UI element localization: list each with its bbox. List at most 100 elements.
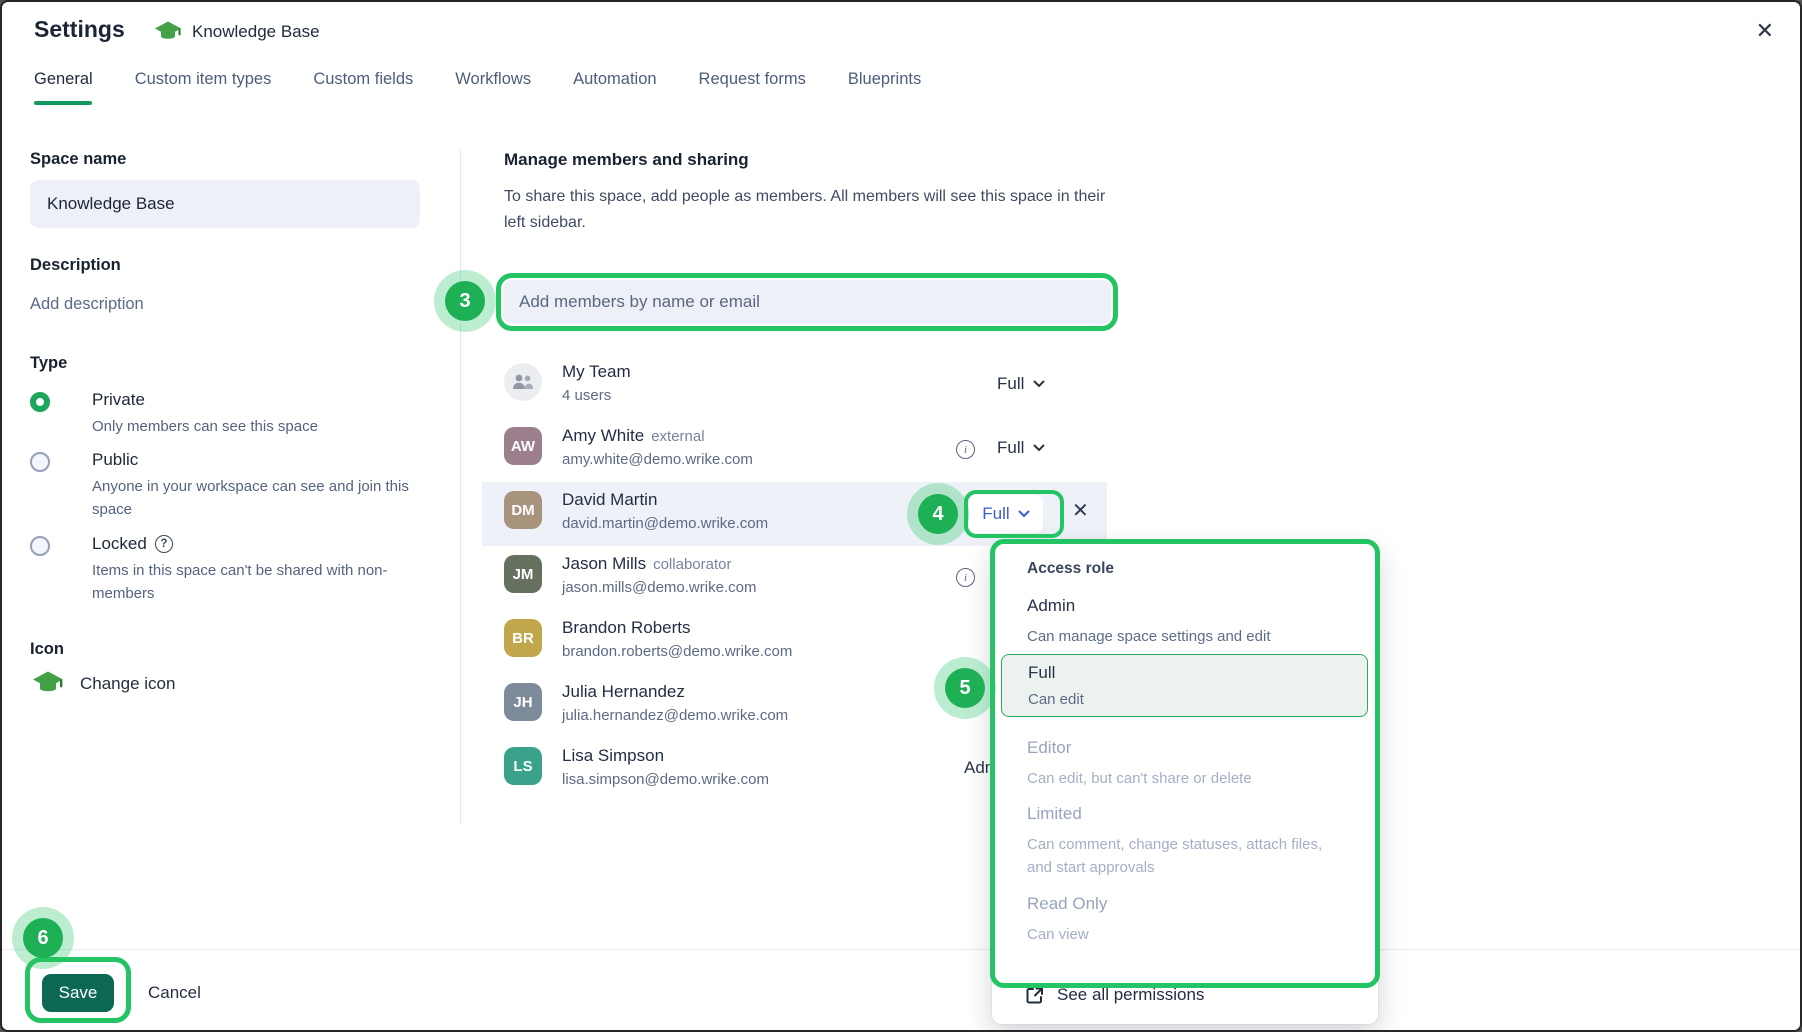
avatar: JM xyxy=(504,555,542,593)
tab-custom-fields[interactable]: Custom fields xyxy=(313,70,413,89)
member-tag: external xyxy=(651,428,704,445)
member-row-my-team[interactable]: My Team 4 users Full xyxy=(482,354,1107,418)
annotation-step-6: 6 xyxy=(23,918,63,958)
dropdown-header: Access role xyxy=(1027,560,1114,578)
radio-private-control[interactable] xyxy=(30,392,50,412)
member-name: Amy White external xyxy=(562,426,705,446)
tab-blueprints[interactable]: Blueprints xyxy=(848,70,921,89)
tab-custom-item-types[interactable]: Custom item types xyxy=(135,70,272,89)
radio-public-label: Public xyxy=(92,450,138,470)
option-full: Full xyxy=(1028,663,1055,683)
member-email: amy.white@demo.wrike.com xyxy=(562,451,753,468)
add-description-link[interactable]: Add description xyxy=(30,295,144,314)
radio-public[interactable]: Public Anyone in your workspace can see … xyxy=(30,452,50,477)
info-icon[interactable]: i xyxy=(956,440,975,459)
type-label: Type xyxy=(30,354,67,373)
info-icon[interactable]: i xyxy=(956,568,975,587)
close-icon[interactable]: ✕ xyxy=(1756,20,1774,42)
panel-divider xyxy=(460,150,461,824)
avatar: LS xyxy=(504,747,542,785)
graduation-cap-icon xyxy=(32,670,64,697)
radio-locked-text: Locked xyxy=(92,534,147,554)
avatar: DM xyxy=(504,491,542,529)
option-editor: Editor xyxy=(1027,738,1071,758)
role-value: Full xyxy=(997,438,1024,458)
option-full-selected[interactable]: Full Can edit xyxy=(1001,654,1368,717)
members-panel-subtitle: To share this space, add people as membe… xyxy=(504,184,1116,236)
tab-workflows[interactable]: Workflows xyxy=(455,70,531,89)
radio-private[interactable]: Private Only members can see this space xyxy=(30,392,50,417)
annotation-halo-3 xyxy=(434,270,496,332)
tab-general[interactable]: General xyxy=(34,70,93,89)
members-panel-title: Manage members and sharing xyxy=(504,150,749,170)
space-name-header: Knowledge Base xyxy=(192,22,320,42)
member-email: david.martin@demo.wrike.com xyxy=(562,515,768,532)
radio-private-label: Private xyxy=(92,390,145,410)
active-tab-underline xyxy=(34,101,92,105)
member-subtext: 4 users xyxy=(562,387,611,404)
member-name: Jason Mills collaborator xyxy=(562,554,731,574)
team-avatar xyxy=(504,363,542,401)
footer-divider xyxy=(2,949,1800,950)
save-button[interactable]: Save xyxy=(42,974,114,1012)
radio-public-control[interactable] xyxy=(30,452,50,472)
chevron-down-icon xyxy=(1033,380,1045,388)
page-title: Settings xyxy=(34,16,125,43)
member-name: Julia Hernandez xyxy=(562,682,685,702)
role-dropdown-david-martin[interactable]: Full xyxy=(969,495,1043,533)
member-row-david-martin[interactable]: DM David Martin david.martin@demo.wrike.… xyxy=(482,482,1107,546)
avatar: JH xyxy=(504,683,542,721)
remove-member-icon[interactable]: ✕ xyxy=(1072,501,1089,521)
member-name: Brandon Roberts xyxy=(562,618,691,638)
role-dropdown-my-team[interactable]: Full xyxy=(997,374,1045,394)
option-limited: Limited xyxy=(1027,804,1082,824)
option-limited-desc: Can comment, change statuses, attach fil… xyxy=(1027,833,1339,879)
option-admin[interactable]: Admin xyxy=(1027,596,1075,616)
chevron-down-icon xyxy=(1033,444,1045,452)
member-tag: collaborator xyxy=(653,556,731,573)
radio-locked-label: Locked ? xyxy=(92,534,173,554)
change-icon-label: Change icon xyxy=(80,674,175,694)
change-icon-button[interactable]: Change icon xyxy=(32,670,175,697)
radio-private-desc: Only members can see this space xyxy=(92,415,432,438)
member-name-text: Jason Mills xyxy=(562,554,646,573)
cancel-button[interactable]: Cancel xyxy=(148,983,201,1003)
see-all-permissions-link[interactable]: See all permissions xyxy=(1025,985,1204,1005)
annotation-halo-6 xyxy=(12,907,74,969)
member-name-text: Amy White xyxy=(562,426,644,445)
graduation-cap-icon xyxy=(154,20,182,44)
member-email: jason.mills@demo.wrike.com xyxy=(562,579,756,596)
member-name: David Martin xyxy=(562,490,657,510)
access-role-dropdown: Access role Admin Can manage space setti… xyxy=(992,542,1378,1024)
role-dropdown-amy-white[interactable]: Full xyxy=(997,438,1045,458)
avatar: AW xyxy=(504,427,542,465)
radio-locked[interactable]: Locked ? Items in this space can't be sh… xyxy=(30,536,50,561)
help-icon[interactable]: ? xyxy=(155,535,173,553)
option-read-only: Read Only xyxy=(1027,894,1107,914)
people-icon xyxy=(512,374,534,390)
member-name: My Team xyxy=(562,362,631,382)
role-value: Full xyxy=(982,504,1009,524)
radio-locked-control[interactable] xyxy=(30,536,50,556)
member-name: Lisa Simpson xyxy=(562,746,664,766)
member-email: julia.hernandez@demo.wrike.com xyxy=(562,707,788,724)
icon-label: Icon xyxy=(30,640,64,659)
chevron-down-icon xyxy=(1018,510,1030,518)
option-read-only-desc: Can view xyxy=(1027,923,1089,946)
tab-automation[interactable]: Automation xyxy=(573,70,656,89)
external-link-icon xyxy=(1025,986,1044,1005)
tab-bar: General Custom item types Custom fields … xyxy=(34,70,921,89)
space-name-label: Space name xyxy=(30,150,126,169)
see-all-permissions-label: See all permissions xyxy=(1057,985,1204,1005)
member-row-amy-white[interactable]: AW Amy White external amy.white@demo.wrik… xyxy=(482,418,1107,482)
space-name-input[interactable] xyxy=(30,180,420,228)
add-members-input[interactable] xyxy=(503,280,1111,324)
member-email: lisa.simpson@demo.wrike.com xyxy=(562,771,769,788)
radio-public-desc: Anyone in your workspace can see and joi… xyxy=(92,475,432,521)
space-header: Knowledge Base xyxy=(154,20,320,44)
avatar: BR xyxy=(504,619,542,657)
tab-request-forms[interactable]: Request forms xyxy=(699,70,806,89)
settings-dialog: Settings Knowledge Base ✕ General Custom… xyxy=(0,0,1802,1032)
member-email: brandon.roberts@demo.wrike.com xyxy=(562,643,792,660)
description-label: Description xyxy=(30,256,121,275)
